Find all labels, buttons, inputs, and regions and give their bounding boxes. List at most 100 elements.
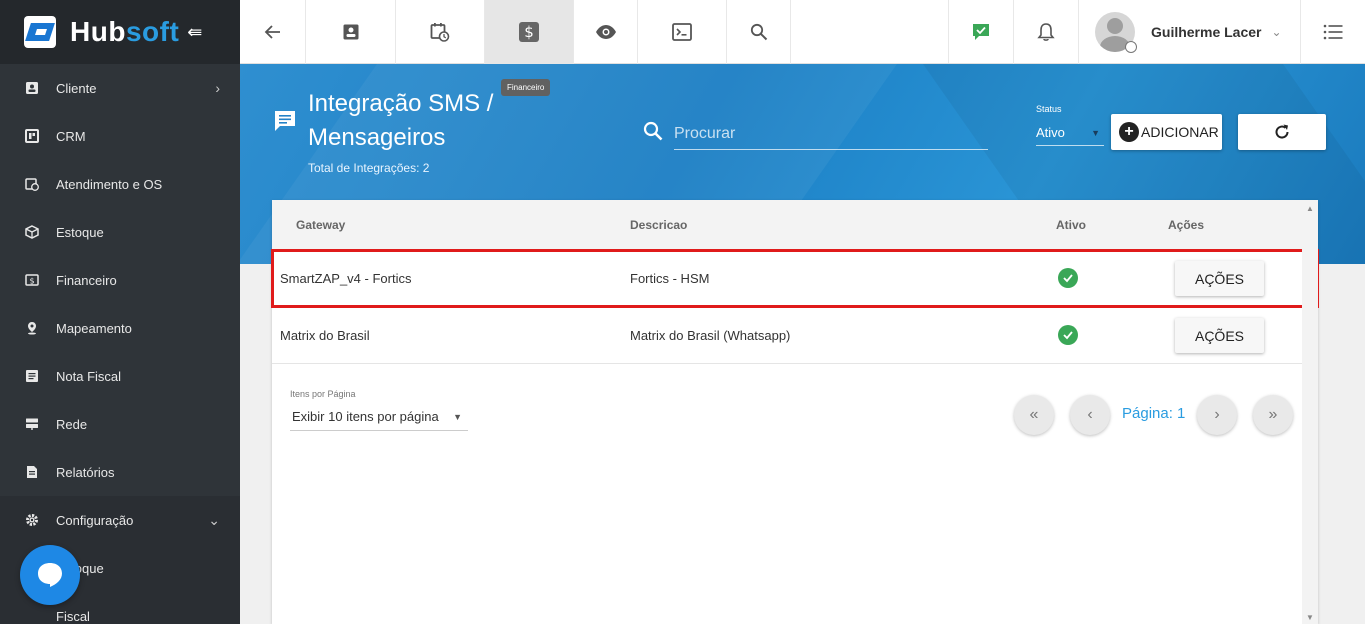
- chevron-left-icon: ‹: [1087, 406, 1093, 423]
- refresh-icon: [1275, 124, 1289, 139]
- sidebar-item-label: Financeiro: [56, 272, 117, 288]
- contact-card-icon: [343, 24, 358, 40]
- sidebar-subitem-label: Fiscal: [56, 608, 90, 624]
- cell-descricao: Matrix do Brasil (Whatsapp): [630, 328, 791, 343]
- sidebar-item-label: Relatórios: [56, 464, 115, 480]
- table-row[interactable]: SmartZAP_v4 - Fortics Fortics - HSM AÇÕE…: [271, 249, 1319, 308]
- sidebar-item-estoque[interactable]: Estoque: [0, 208, 240, 256]
- total-integrations: Total de Integrações: 2: [308, 161, 430, 175]
- cell-gateway: Matrix do Brasil: [280, 328, 370, 343]
- menu-button[interactable]: [1301, 0, 1365, 64]
- acoes-button[interactable]: AÇÕES: [1175, 261, 1264, 296]
- double-chevron-left-icon: «: [1029, 406, 1039, 423]
- chat-icon: [38, 563, 62, 587]
- svg-text:$: $: [29, 277, 34, 286]
- view-button[interactable]: [574, 0, 638, 64]
- column-ativo[interactable]: Ativo: [1056, 218, 1086, 232]
- chat-widget-button[interactable]: [20, 545, 80, 605]
- items-per-page-select[interactable]: Exibir 10 itens por página ▼: [290, 403, 468, 431]
- cell-descricao: Fortics - HSM: [630, 271, 710, 286]
- sidebar-item-rede[interactable]: Rede: [0, 400, 240, 448]
- column-gateway[interactable]: Gateway: [296, 218, 345, 232]
- back-button[interactable]: [240, 0, 306, 64]
- sidebar-item-label: Rede: [56, 416, 88, 432]
- sidebar-item-cliente[interactable]: Cliente ›: [0, 64, 240, 112]
- server-icon: [24, 416, 40, 432]
- report-icon: [24, 464, 40, 480]
- sidebar-item-atendimento[interactable]: Atendimento e OS: [0, 160, 240, 208]
- document-icon: [24, 368, 40, 384]
- search-input[interactable]: [674, 118, 988, 150]
- top-toolbar: $ Guilherme Lacer ⌄: [240, 0, 1365, 64]
- calendar-button[interactable]: [396, 0, 485, 64]
- add-button-label: ADICIONAR: [1141, 124, 1219, 140]
- hubsoft-logo-icon: [24, 16, 56, 48]
- map-pin-icon: [24, 320, 40, 336]
- table-header: Gateway Descricao Ativo Ações: [272, 200, 1318, 250]
- items-per-page-label: Itens por Página: [290, 389, 356, 399]
- brand: Hubsoft ⇚: [0, 0, 240, 64]
- sidebar-item-label: Configuração: [56, 512, 134, 528]
- check-circle-icon: [1058, 325, 1078, 345]
- eye-icon: [595, 25, 616, 39]
- status-value: Ativo: [1036, 125, 1065, 140]
- financeiro-tooltip: Financeiro: [501, 79, 551, 96]
- status-indicator-icon: [1125, 41, 1137, 53]
- last-page-button[interactable]: »: [1253, 395, 1293, 435]
- scroll-down-icon[interactable]: ▼: [1306, 613, 1314, 622]
- acoes-button[interactable]: AÇÕES: [1175, 318, 1264, 353]
- status-label: Status: [1036, 104, 1062, 114]
- sidebar-item-crm[interactable]: CRM: [0, 112, 240, 160]
- terminal-icon: [672, 23, 692, 41]
- terminal-button[interactable]: [638, 0, 727, 64]
- refresh-button[interactable]: [1238, 114, 1326, 150]
- page-title: Integração SMS / Mensageiros: [308, 90, 494, 151]
- items-per-page-value: Exibir 10 itens por página: [292, 409, 439, 424]
- money-icon: $: [24, 272, 40, 288]
- next-page-button[interactable]: ›: [1197, 395, 1237, 435]
- tasks-button[interactable]: [949, 0, 1014, 64]
- scroll-up-icon[interactable]: ▲: [1306, 204, 1314, 213]
- search-button[interactable]: [727, 0, 791, 64]
- sidebar-item-label: Cliente: [56, 80, 97, 96]
- sidebar-item-financeiro[interactable]: $ Financeiro: [0, 256, 240, 304]
- column-descricao[interactable]: Descricao: [630, 218, 687, 232]
- message-icon: [274, 110, 296, 137]
- prev-page-button[interactable]: ‹: [1070, 395, 1110, 435]
- user-menu[interactable]: Guilherme Lacer ⌄: [1079, 0, 1301, 64]
- cell-gateway: SmartZAP_v4 - Fortics: [280, 271, 412, 286]
- sidebar-item-mapeamento[interactable]: Mapeamento: [0, 304, 240, 352]
- chevron-right-icon: ›: [1214, 406, 1220, 423]
- calendar-clock-icon: [24, 176, 40, 192]
- financeiro-button[interactable]: $: [485, 0, 574, 64]
- column-acoes: Ações: [1168, 218, 1205, 232]
- sidebar-item-relatorios[interactable]: Relatórios: [0, 448, 240, 496]
- search-icon: [750, 23, 767, 41]
- add-button[interactable]: + ADICIONAR: [1111, 114, 1222, 150]
- scrollbar[interactable]: ▲ ▼: [1302, 200, 1318, 624]
- contact-card-icon: [24, 80, 40, 96]
- first-page-button[interactable]: «: [1014, 395, 1054, 435]
- box-icon: [24, 224, 40, 240]
- svg-text:$: $: [524, 23, 534, 41]
- table-row[interactable]: Matrix do Brasil Matrix do Brasil (Whats…: [272, 307, 1318, 364]
- plus-circle-icon: +: [1119, 122, 1139, 142]
- clients-button[interactable]: [306, 0, 396, 64]
- collapse-sidebar-icon[interactable]: ⇚: [187, 22, 202, 43]
- sidebar-item-label: Nota Fiscal: [56, 368, 122, 384]
- arrow-left-icon: [264, 25, 280, 39]
- double-chevron-right-icon: »: [1268, 406, 1278, 423]
- list-menu-icon: [1323, 24, 1343, 40]
- sidebar-item-label: Mapeamento: [56, 320, 132, 336]
- integrations-card: Gateway Descricao Ativo Ações SmartZAP_v…: [271, 200, 1319, 624]
- notifications-button[interactable]: [1014, 0, 1079, 64]
- board-icon: [24, 128, 40, 144]
- search-icon: [643, 121, 663, 141]
- bell-icon: [1037, 23, 1055, 41]
- chevron-down-icon: ⌄: [1271, 25, 1282, 39]
- sidebar-item-nota-fiscal[interactable]: Nota Fiscal: [0, 352, 240, 400]
- status-select[interactable]: Ativo ▼: [1036, 120, 1104, 146]
- sidebar-item-configuracao[interactable]: Configuração ⌄: [0, 496, 240, 544]
- chevron-right-icon: ›: [215, 80, 220, 96]
- check-circle-icon: [1058, 268, 1078, 288]
